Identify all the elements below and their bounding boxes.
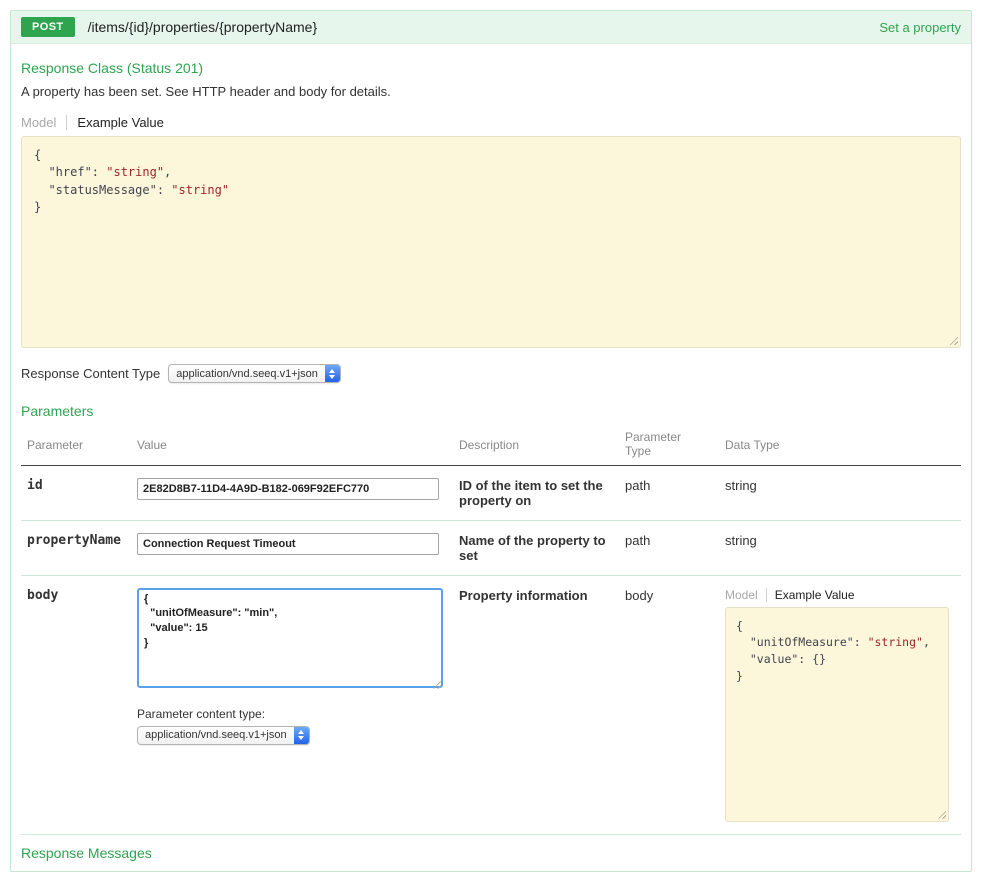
body-value-textarea[interactable]: { "unitOfMeasure": "min", "value": 15 } [137,588,443,688]
param-name: body [21,575,131,834]
response-content-type-select[interactable]: application/vnd.seeq.v1+json [168,364,341,383]
resize-grip[interactable] [936,809,946,819]
http-method-badge: POST [21,17,75,37]
propertyName-value-input[interactable] [137,533,439,555]
param-data-type: string [719,520,961,575]
operation-path-link[interactable]: /items/{id}/properties/{propertyName} [88,19,318,35]
selected-option: application/vnd.seeq.v1+json [138,729,294,741]
response-class-heading: Response Class (Status 201) [21,60,961,76]
select-stepper-icon [325,365,340,382]
param-name: id [21,465,131,520]
tab-model[interactable]: Model [21,115,67,130]
id-value-input[interactable] [137,478,439,500]
col-data-type: Data Type [719,427,961,465]
response-sample-tabs: Model Example Value [21,115,961,130]
param-row-id: id ID of the item to set the property on… [21,465,961,520]
parameters-heading: Parameters [21,403,961,419]
col-value: Value [131,427,453,465]
param-name: propertyName [21,520,131,575]
param-type: path [619,465,719,520]
select-stepper-icon [294,727,309,744]
parameters-table: Parameter Value Description Parameter Ty… [21,427,961,835]
body-sample-tabs: Model Example Value [725,588,955,602]
selected-option: application/vnd.seeq.v1+json [169,368,325,380]
body-example-code: { "unitOfMeasure": "string", "value": {}… [725,607,949,822]
response-example-json: { "href": "string", "statusMessage": "st… [34,147,948,217]
tab-example-value[interactable]: Example Value [767,588,855,602]
response-content-type-row: Response Content Type application/vnd.se… [21,364,961,383]
param-row-propertyName: propertyName Name of the property to set… [21,520,961,575]
col-parameter: Parameter [21,427,131,465]
param-description: Name of the property to set [453,520,619,575]
operation-panel: POST /items/{id}/properties/{propertyNam… [10,10,972,872]
table-header-row: Parameter Value Description Parameter Ty… [21,427,961,465]
body-example-json: { "unitOfMeasure": "string", "value": {}… [736,618,938,685]
operation-header[interactable]: POST /items/{id}/properties/{propertyNam… [11,11,971,44]
col-parameter-type: Parameter Type [619,427,719,465]
operation-content: Response Class (Status 201) A property h… [11,44,971,871]
response-example-code: { "href": "string", "statusMessage": "st… [21,136,961,348]
param-type: body [619,575,719,834]
response-messages-heading: Response Messages [21,845,961,861]
param-data-type: string [719,465,961,520]
param-description: Property information [453,575,619,834]
param-type: path [619,520,719,575]
tab-model[interactable]: Model [725,588,767,602]
tab-example-value[interactable]: Example Value [67,115,163,130]
resize-grip[interactable] [948,335,958,345]
operation-summary-link[interactable]: Set a property [879,20,961,35]
parameter-content-type-label: Parameter content type: [137,707,447,721]
param-row-body: body { "unitOfMeasure": "min", "value": … [21,575,961,834]
response-content-type-label: Response Content Type [21,366,160,381]
param-description: ID of the item to set the property on [453,465,619,520]
response-class-description: A property has been set. See HTTP header… [21,84,961,99]
body-textarea-wrap: { "unitOfMeasure": "min", "value": 15 } [137,588,443,691]
col-description: Description [453,427,619,465]
parameter-content-type-select[interactable]: application/vnd.seeq.v1+json [137,726,310,745]
